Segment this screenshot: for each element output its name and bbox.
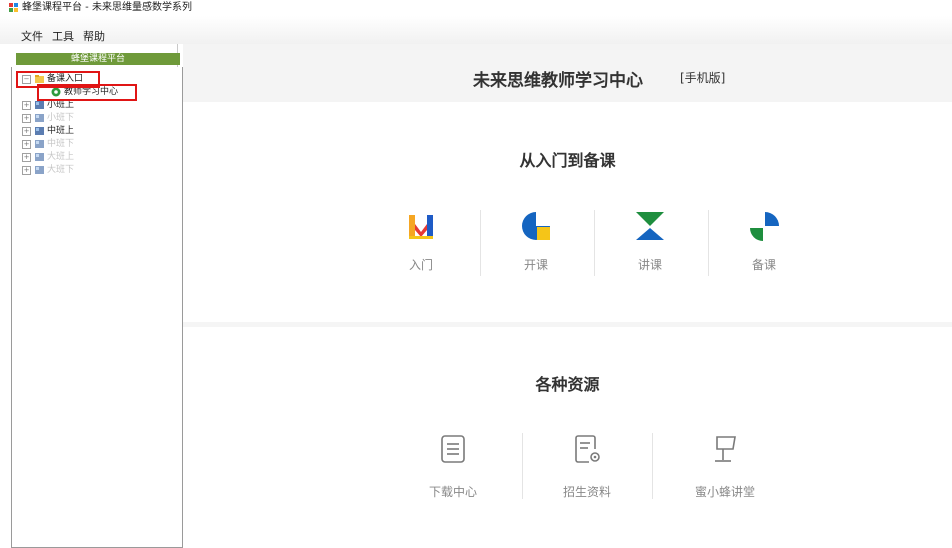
pie-icon [522,212,550,240]
module-icon [35,166,44,174]
hourglass-icon [636,212,664,240]
tree-node-label: 大班下 [47,165,75,175]
tree-node-zhongban-shang[interactable]: + 中班上 [22,125,172,137]
expand-icon[interactable]: + [22,127,31,136]
module-icon [35,101,44,109]
page-subtitle: [手机版] [680,71,726,85]
item-label: 招生资料 [562,485,611,499]
page-title: 未来思维教师学习中心 [473,71,643,91]
divider [708,210,709,276]
document-settings-icon [575,435,600,463]
tree-node-label: 小班下 [47,113,75,123]
item-label: 下载中心 [428,485,477,499]
item-jiangke[interactable]: 讲课 [610,208,690,288]
item-download-center[interactable]: 下载中心 [413,433,493,513]
tree-node-xiaoban-xia[interactable]: + 小班下 [22,112,172,124]
menu-bar: 文件 工具 帮助 [0,16,952,44]
lectern-icon [715,436,736,462]
tree-view[interactable]: − 备课入口 教师学习中心 + 小班上 + 小班下 + 中班上 + 中班下 + … [11,67,183,548]
section-title: 各种资源 [535,375,600,394]
module-icon [35,114,44,122]
book-icon [409,215,433,239]
menu-help[interactable]: 帮助 [83,31,105,43]
window-title: 蜂堡课程平台 - 未来思维量感数学系列 [22,2,192,13]
item-beike[interactable]: 备课 [724,208,804,288]
app-icon [9,3,18,12]
expand-icon[interactable]: + [22,140,31,149]
section-title: 从入门到备课 [519,151,616,170]
window-titlebar: 蜂堡课程平台 - 未来思维量感数学系列 [0,0,952,16]
expand-icon[interactable]: + [22,114,31,123]
item-rumen[interactable]: 入门 [381,208,461,288]
tree-node-daban-xia[interactable]: + 大班下 [22,164,172,176]
divider [594,210,595,276]
item-label: 蜜小蜂讲堂 [694,485,755,499]
quarter-icon [750,212,779,241]
tree-node-label: 大班上 [47,152,75,162]
expand-icon[interactable]: + [22,153,31,162]
expand-icon[interactable]: + [22,101,31,110]
divider [652,433,653,499]
document-icon [441,435,465,463]
module-icon [35,127,44,135]
item-label: 开课 [523,258,548,272]
main-header: 未来思维教师学习中心 [手机版] [183,44,952,102]
tree-node-label: 中班下 [47,139,75,149]
section-from-start-to-prep: 从入门到备课 入门 开课 讲课 备课 [183,102,952,322]
item-label: 讲课 [637,258,662,272]
tree-node-label: 中班上 [47,126,75,136]
main-panel: 未来思维教师学习中心 [手机版] 从入门到备课 入门 开课 讲课 备课 各种资源… [183,44,952,546]
module-icon [35,153,44,161]
item-kaike[interactable]: 开课 [496,208,576,288]
section-resources: 各种资源 下载中心 招生资料 蜜小蜂讲堂 [183,327,952,546]
divider [522,433,523,499]
module-icon [35,140,44,148]
item-label: 入门 [408,258,433,272]
item-label: 备课 [751,258,776,272]
expand-icon[interactable]: + [22,166,31,175]
menu-file[interactable]: 文件 [21,31,43,43]
divider [480,210,481,276]
item-bee-lecture-hall[interactable]: 蜜小蜂讲堂 [685,433,765,513]
sidebar-header: 蜂堡课程平台 [16,53,180,65]
sidebar: 蜂堡课程平台 − 备课入口 教师学习中心 + 小班上 + 小班下 + 中班上 +… [11,44,183,548]
tree-node-daban-shang[interactable]: + 大班上 [22,151,172,163]
menu-tools[interactable]: 工具 [52,31,74,43]
highlight-box [37,84,137,101]
item-enrollment-materials[interactable]: 招生资料 [547,433,627,513]
tree-node-zhongban-xia[interactable]: + 中班下 [22,138,172,150]
